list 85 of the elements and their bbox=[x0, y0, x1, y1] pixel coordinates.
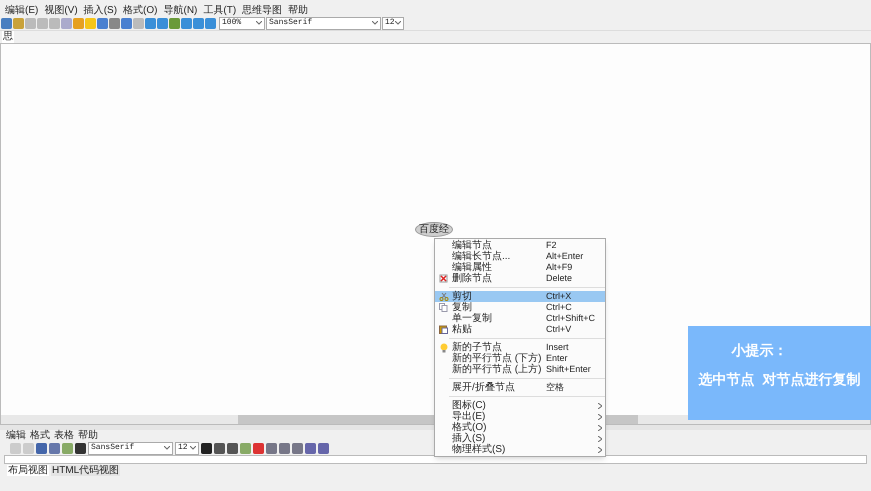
menu-item[interactable]: 视图(V) bbox=[44, 4, 78, 16]
delete-icon bbox=[439, 274, 448, 283]
menu-item[interactable]: 物理样式(S) bbox=[435, 444, 605, 455]
shortcut-label: F2 bbox=[546, 240, 557, 251]
menu-item-label: 插入(S) bbox=[452, 433, 486, 444]
menu-item[interactable]: 编辑属性 Alt+F9 bbox=[435, 262, 605, 273]
menu-item[interactable]: 插入(S) bbox=[435, 433, 605, 444]
scissors-icon bbox=[438, 292, 448, 301]
menu-item-label: 图标(C) bbox=[452, 400, 487, 411]
tip-text: 选中节点 对节点进行复制 bbox=[698, 370, 860, 389]
menu-item[interactable]: 帮助 bbox=[288, 4, 308, 16]
chevron-down-icon bbox=[372, 21, 378, 25]
menu-item-label: 编辑属性 bbox=[452, 262, 493, 273]
menu-item[interactable]: 单一复制 Ctrl+Shift+C bbox=[435, 313, 605, 324]
menu-item[interactable]: 编辑(E) bbox=[5, 4, 38, 16]
menu-item-label: 新的平行节点 (上方) bbox=[452, 364, 542, 375]
menu-item-label: 格式(O) bbox=[452, 422, 488, 433]
menu-item[interactable]: 格式(O) bbox=[123, 4, 158, 16]
menu-item[interactable]: 导航(N) bbox=[163, 4, 198, 16]
shortcut-label: Alt+F9 bbox=[546, 262, 572, 273]
menu-item-label: 剪切 bbox=[452, 291, 473, 302]
tip-title: 小提示： bbox=[732, 341, 788, 360]
node-bubble[interactable]: 百度经 bbox=[415, 222, 453, 237]
menu-item[interactable]: 工具(T) bbox=[203, 4, 236, 16]
chevron-down-icon bbox=[256, 21, 262, 25]
toolbar-icon[interactable] bbox=[36, 442, 47, 454]
zoom-select[interactable]: 100% bbox=[219, 16, 265, 30]
menu-item[interactable]: 图标(C) bbox=[435, 400, 605, 411]
format-icon[interactable] bbox=[227, 442, 238, 454]
chevron-down-icon bbox=[164, 446, 170, 450]
menu-item-label: 粘贴 bbox=[452, 324, 473, 335]
view-tab[interactable]: HTML代码视图 bbox=[51, 465, 120, 476]
menu-item-label: 删除节点 bbox=[452, 273, 493, 284]
menu-item[interactable]: 插入(S) bbox=[84, 4, 118, 16]
shortcut-label: Ctrl+X bbox=[546, 291, 572, 302]
menu-item[interactable]: 删除节点 Delete bbox=[435, 273, 605, 284]
menu-item-label: 新的子节点 bbox=[452, 342, 502, 353]
menu-item-label: 物理样式(S) bbox=[452, 444, 506, 455]
lightbulb-icon bbox=[440, 342, 448, 352]
menu-item-label: 导出(E) bbox=[452, 411, 486, 422]
map-tab[interactable]: 思 bbox=[2, 31, 14, 43]
shortcut-label: Ctrl+V bbox=[546, 324, 572, 335]
menu-item-label: 新的平行节点 (下方) bbox=[452, 353, 542, 364]
text-input[interactable] bbox=[4, 455, 867, 464]
shortcut-label: Shift+Enter bbox=[546, 364, 591, 375]
copy-icon bbox=[439, 303, 448, 312]
shortcut-label: 空格 bbox=[546, 382, 564, 393]
menu-item[interactable]: 新的子节点 Insert bbox=[435, 342, 605, 353]
menu-item[interactable]: 表格 bbox=[54, 430, 74, 441]
menu-item-label: 单一复制 bbox=[452, 313, 493, 324]
menu-item[interactable]: 展开/折叠节点 空格 bbox=[435, 382, 605, 393]
menu-item[interactable]: 编辑长节点... Alt+Enter bbox=[435, 251, 605, 262]
shortcut-label: Alt+Enter bbox=[546, 251, 584, 262]
font-select[interactable]: SansSerif bbox=[266, 16, 381, 30]
size-select[interactable]: 12 bbox=[175, 442, 199, 454]
view-tab[interactable]: 布局视图 bbox=[7, 465, 49, 476]
menu-item[interactable]: 格式(O) bbox=[435, 422, 605, 433]
shortcut-label: Insert bbox=[546, 342, 569, 353]
shortcut-label: Ctrl+Shift+C bbox=[546, 313, 596, 324]
shortcut-label: Ctrl+C bbox=[546, 302, 572, 313]
chevron-down-icon bbox=[395, 21, 401, 25]
chevron-down-icon bbox=[190, 446, 196, 450]
menu-item[interactable]: 格式 bbox=[30, 430, 50, 441]
shortcut-label: Delete bbox=[546, 273, 572, 284]
menu-item[interactable]: 剪切 Ctrl+X bbox=[435, 291, 605, 302]
toolbar-icon[interactable] bbox=[75, 442, 86, 454]
menu-item[interactable]: 编辑节点 F2 bbox=[435, 240, 605, 251]
menu-item[interactable]: 思维导图 bbox=[242, 4, 282, 16]
menu-item[interactable]: 帮助 bbox=[78, 430, 98, 441]
menu-item[interactable]: 导出(E) bbox=[435, 411, 605, 422]
menu-item[interactable]: 新的平行节点 (上方) Shift+Enter bbox=[435, 364, 605, 375]
menu-item[interactable]: 粘贴 Ctrl+V bbox=[435, 324, 605, 335]
shortcut-label: Enter bbox=[546, 353, 568, 364]
menu-item[interactable]: 新的平行节点 (下方) Enter bbox=[435, 353, 605, 364]
menu-item[interactable]: 复制 Ctrl+C bbox=[435, 302, 605, 313]
menu-item-label: 编辑节点 bbox=[452, 240, 492, 251]
format-icon[interactable] bbox=[214, 442, 225, 454]
format-icon[interactable] bbox=[201, 442, 212, 454]
menu-item-label: 编辑长节点... bbox=[452, 251, 512, 262]
menu-item-label: 展开/折叠节点 bbox=[452, 382, 516, 393]
size-select[interactable]: 12 bbox=[382, 16, 404, 30]
menu-item[interactable]: 编辑 bbox=[6, 430, 26, 441]
clipboard-icon bbox=[439, 325, 448, 334]
font-select[interactable]: SansSerif bbox=[88, 442, 173, 454]
menu-item-label: 复制 bbox=[452, 302, 473, 313]
